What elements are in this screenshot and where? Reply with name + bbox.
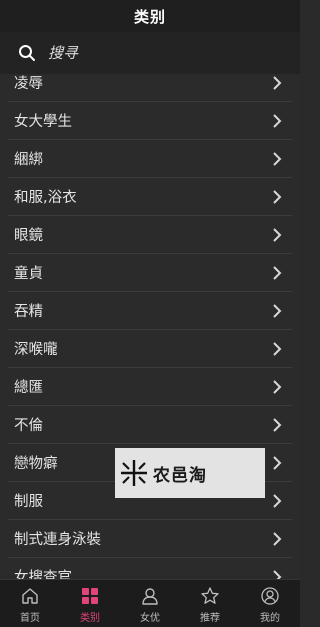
chevron-right-icon (273, 379, 282, 394)
category-label: 制式連身泳裝 (14, 532, 101, 548)
watermark-overlay: 农邑淘 (115, 448, 265, 498)
chevron-right-icon (273, 341, 282, 356)
category-item[interactable]: 童貞 (8, 254, 292, 292)
category-label: 總匯 (14, 380, 43, 396)
chevron-right-icon (273, 265, 282, 280)
category-label: 制服 (14, 494, 43, 510)
category-item[interactable]: 凌辱 (8, 74, 292, 102)
chevron-right-icon (273, 493, 282, 508)
tab-label: 类别 (80, 612, 100, 624)
chevron-right-icon (273, 531, 282, 546)
chevron-right-icon (273, 151, 282, 166)
app-screen: 类别 凌辱 女大學生 綑綁 和服,浴衣 (0, 0, 300, 627)
search-icon[interactable] (18, 44, 36, 62)
search-input[interactable] (46, 43, 280, 63)
home-icon (22, 587, 38, 604)
watermark-logo-icon (121, 460, 147, 486)
tab-home[interactable]: 首页 (0, 580, 60, 627)
category-label: 吞精 (14, 304, 43, 320)
category-item[interactable]: 總匯 (8, 368, 292, 406)
category-list: 凌辱 女大學生 綑綁 和服,浴衣 眼鏡 童貞 吞精 深喉嚨 總匯 不倫 戀物癖 … (0, 74, 300, 580)
category-label: 綑綁 (14, 152, 43, 168)
tab-categories[interactable]: 类别 (60, 580, 120, 627)
profile-icon (261, 586, 279, 605)
category-label: 凌辱 (14, 76, 43, 92)
tab-label: 推荐 (200, 612, 220, 624)
category-item[interactable]: 深喉嚨 (8, 330, 292, 368)
chevron-right-icon (273, 227, 282, 242)
category-label: 深喉嚨 (14, 342, 58, 358)
chevron-right-icon (273, 75, 282, 90)
category-label: 女大學生 (14, 114, 72, 130)
category-item[interactable]: 女大學生 (8, 102, 292, 140)
bottom-tab-bar: 首页 类别 女优 推荐 我的 (0, 579, 300, 627)
actress-icon (142, 587, 158, 605)
search-bar[interactable] (0, 32, 300, 74)
category-label: 女搜查官 (14, 570, 72, 580)
category-item[interactable]: 女搜查官 (8, 558, 292, 580)
chevron-right-icon (273, 303, 282, 318)
category-item[interactable]: 和服,浴衣 (8, 178, 292, 216)
category-label: 和服,浴衣 (14, 190, 77, 206)
tab-label: 我的 (260, 612, 280, 624)
category-label: 戀物癖 (14, 456, 58, 472)
tab-actresses[interactable]: 女优 (120, 580, 180, 627)
tab-label: 女优 (140, 612, 160, 624)
chevron-right-icon (273, 189, 282, 204)
chevron-right-icon (273, 113, 282, 128)
category-label: 不倫 (14, 418, 43, 434)
star-icon (201, 586, 219, 604)
category-item[interactable]: 不倫 (8, 406, 292, 444)
tab-profile[interactable]: 我的 (240, 580, 300, 627)
tab-label: 首页 (20, 612, 40, 624)
category-item[interactable]: 綑綁 (8, 140, 292, 178)
watermark-text: 农邑淘 (153, 465, 207, 486)
grid-icon (82, 587, 98, 604)
page-title: 类别 (133, 7, 166, 26)
category-label: 童貞 (14, 266, 43, 282)
chevron-right-icon (273, 417, 282, 432)
tab-recommended[interactable]: 推荐 (180, 580, 240, 627)
title-bar: 类别 (0, 0, 300, 32)
category-item[interactable]: 眼鏡 (8, 216, 292, 254)
category-item[interactable]: 吞精 (8, 292, 292, 330)
category-label: 眼鏡 (14, 228, 43, 244)
chevron-right-icon (273, 455, 282, 470)
category-item[interactable]: 制式連身泳裝 (8, 520, 292, 558)
